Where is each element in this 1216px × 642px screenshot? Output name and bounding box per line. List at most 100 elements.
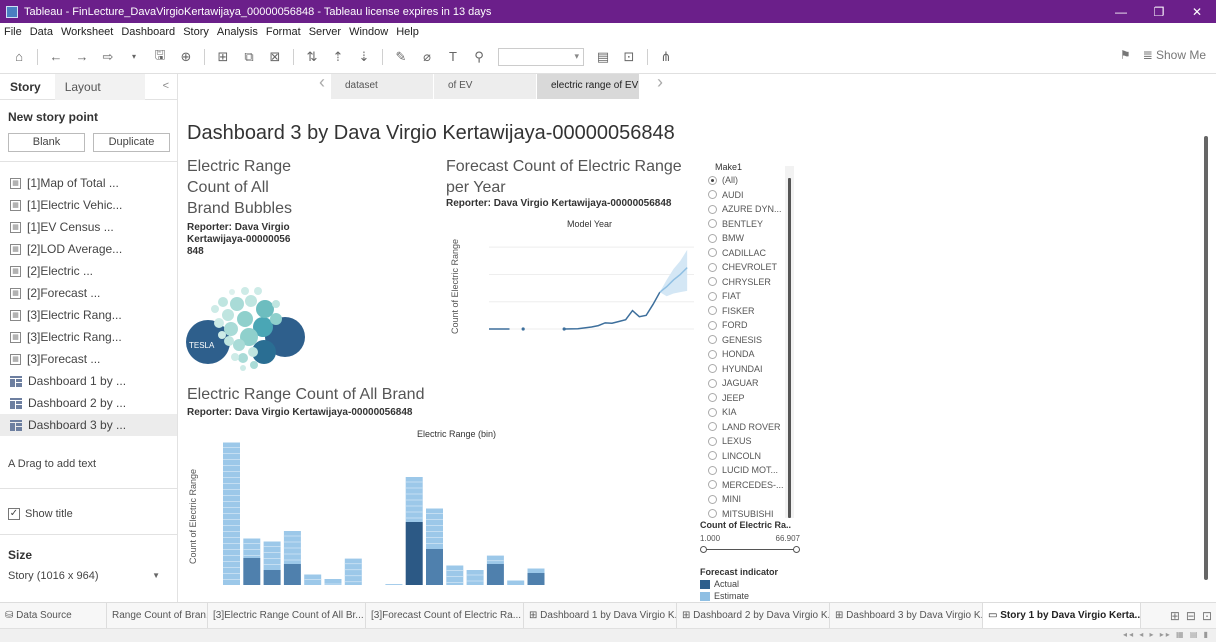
radio-icon[interactable]: [708, 335, 717, 345]
sheet-list-item[interactable]: ▦ [2]Electric ...: [0, 260, 177, 282]
sheet-list-item[interactable]: ▦ [3]Forecast ...: [0, 348, 177, 370]
sort-ascending-icon[interactable]: ⇡: [327, 46, 349, 68]
story-next-arrow-icon[interactable]: ›: [657, 74, 663, 93]
new-worksheet-icon[interactable]: ⊞: [1170, 609, 1180, 623]
tab-dashboard-2[interactable]: ⊞ Dashboard 2 by Dava Virgio K...: [677, 602, 830, 629]
tab-range-count-bran[interactable]: Range Count of Bran...: [107, 602, 208, 629]
radio-icon[interactable]: [708, 465, 717, 475]
tab-dashboard-1[interactable]: ⊞ Dashboard 1 by Dava Virgio K...: [524, 602, 677, 629]
radio-icon[interactable]: [708, 480, 717, 490]
sheet-list-item[interactable]: ▦ [1]Map of Total ...: [0, 172, 177, 194]
menu-dashboard[interactable]: Dashboard: [117, 26, 179, 38]
radio-icon[interactable]: [708, 306, 717, 316]
close-button[interactable]: ✕: [1178, 0, 1216, 23]
electric-range-bar-chart[interactable]: [199, 439, 699, 602]
new-dashboard-icon[interactable]: ⊟: [1186, 609, 1196, 623]
radio-icon[interactable]: [708, 248, 717, 258]
new-sheet-icon[interactable]: ⊞: [212, 46, 234, 68]
sheet-list-item[interactable]: ▦ [3]Electric Rang...: [0, 326, 177, 348]
range-slider-min-handle[interactable]: [700, 546, 707, 553]
radio-icon[interactable]: [708, 407, 717, 417]
presentation-mode-icon[interactable]: ⊡: [618, 46, 640, 68]
pin-icon[interactable]: ⚲: [468, 46, 490, 68]
sheet-list-item[interactable]: ▦ [1]Electric Vehic...: [0, 194, 177, 216]
maximize-button[interactable]: ❐: [1140, 0, 1178, 23]
tab-story-1[interactable]: ▭ Story 1 by Dava Virgio Kerta...: [983, 602, 1141, 629]
radio-icon[interactable]: [708, 494, 717, 504]
story-prev-arrow-icon[interactable]: ‹: [319, 74, 325, 93]
pin-toolbar-icon[interactable]: ⚑: [1120, 48, 1131, 62]
radio-icon[interactable]: [708, 451, 717, 461]
radio-icon[interactable]: [708, 277, 717, 287]
tab-data-source[interactable]: ⛁ Data Source: [0, 602, 107, 629]
menu-format[interactable]: Format: [262, 26, 305, 38]
radio-icon[interactable]: [708, 509, 717, 519]
minimize-button[interactable]: —: [1102, 0, 1140, 23]
clear-sheet-icon[interactable]: ⊠: [264, 46, 286, 68]
range-slider-max-handle[interactable]: [793, 546, 800, 553]
forward-icon[interactable]: →: [71, 46, 93, 68]
menu-worksheet[interactable]: Worksheet: [57, 26, 117, 38]
menu-server[interactable]: Server: [305, 26, 345, 38]
show-me-button[interactable]: ≣ Show Me: [1143, 48, 1206, 62]
new-story-icon[interactable]: ⊡: [1202, 609, 1212, 623]
radio-icon[interactable]: [708, 233, 717, 243]
blank-button[interactable]: Blank: [8, 133, 85, 152]
sheet-list-item[interactable]: ▦ [2]Forecast ...: [0, 282, 177, 304]
canvas-scrollbar[interactable]: [1204, 136, 1208, 580]
range-slider[interactable]: [700, 546, 800, 554]
sheet-list-item[interactable]: Dashboard 3 by ...: [0, 414, 177, 436]
save-icon[interactable]: 🖫: [149, 46, 171, 68]
dropdown-caret-icon[interactable]: ▾: [123, 46, 145, 68]
tab-forecast-count[interactable]: [3]Forecast Count of Electric Ra...: [366, 602, 524, 629]
menu-data[interactable]: Data: [26, 26, 57, 38]
sort-descending-icon[interactable]: ⇣: [353, 46, 375, 68]
tab-dashboard-3[interactable]: ⊞ Dashboard 3 by Dava Virgio K...: [830, 602, 983, 629]
tab-electric-range-count[interactable]: [3]Electric Range Count of All Br...: [208, 602, 366, 629]
duplicate-button[interactable]: Duplicate: [93, 133, 170, 152]
checkbox-checked-icon[interactable]: ✓: [8, 508, 20, 520]
radio-icon[interactable]: [708, 291, 717, 301]
radio-icon[interactable]: [708, 320, 717, 330]
story-point-electric-range[interactable]: electric range of EV: [537, 74, 640, 99]
show-labels-icon[interactable]: ▤: [592, 46, 614, 68]
redo-icon[interactable]: ⇨: [97, 46, 119, 68]
sheet-list-item[interactable]: ▦ [2]LOD Average...: [0, 238, 177, 260]
radio-icon[interactable]: [708, 393, 717, 403]
radio-icon[interactable]: [708, 190, 717, 200]
radio-icon[interactable]: [708, 422, 717, 432]
sheet-list-item[interactable]: ▦ [1]EV Census ...: [0, 216, 177, 238]
make-filter-scrollbar[interactable]: [788, 178, 791, 518]
duplicate-sheet-icon[interactable]: ⧉: [238, 46, 260, 68]
radio-icon[interactable]: [708, 262, 717, 272]
radio-icon[interactable]: [708, 436, 717, 446]
size-dropdown[interactable]: Story (1016 x 964) ▼: [8, 570, 160, 582]
share-icon[interactable]: ⋔: [655, 46, 677, 68]
forecast-line-chart[interactable]: [459, 229, 699, 389]
story-point-dataset[interactable]: dataset: [331, 74, 434, 99]
new-data-source-icon[interactable]: ⊕: [175, 46, 197, 68]
legend-actual[interactable]: Actual: [700, 579, 800, 589]
radio-icon[interactable]: [708, 219, 717, 229]
radio-icon[interactable]: [708, 378, 717, 388]
sheet-list-item[interactable]: Dashboard 2 by ...: [0, 392, 177, 414]
home-icon[interactable]: ⌂: [8, 46, 30, 68]
radio-icon[interactable]: [708, 364, 717, 374]
menu-window[interactable]: Window: [345, 26, 392, 38]
menu-story[interactable]: Story: [179, 26, 213, 38]
tab-layout[interactable]: Layout: [54, 73, 145, 100]
radio-icon[interactable]: [708, 349, 717, 359]
labels-icon[interactable]: T: [442, 46, 464, 68]
menu-file[interactable]: File: [0, 26, 26, 38]
menu-help[interactable]: Help: [392, 26, 423, 38]
sheet-list-item[interactable]: Dashboard 1 by ...: [0, 370, 177, 392]
radio-selected-icon[interactable]: [708, 175, 717, 185]
swap-rows-columns-icon[interactable]: ⇅: [301, 46, 323, 68]
story-point-of-ev[interactable]: of EV: [434, 74, 537, 99]
legend-estimate[interactable]: Estimate: [700, 591, 800, 601]
fit-dropdown[interactable]: ▾: [498, 47, 584, 66]
group-icon[interactable]: ⌀: [416, 46, 438, 68]
sheet-list-item[interactable]: ▦ [3]Electric Rang...: [0, 304, 177, 326]
back-icon[interactable]: ←: [45, 46, 67, 68]
collapse-pane-icon[interactable]: <: [163, 80, 169, 92]
